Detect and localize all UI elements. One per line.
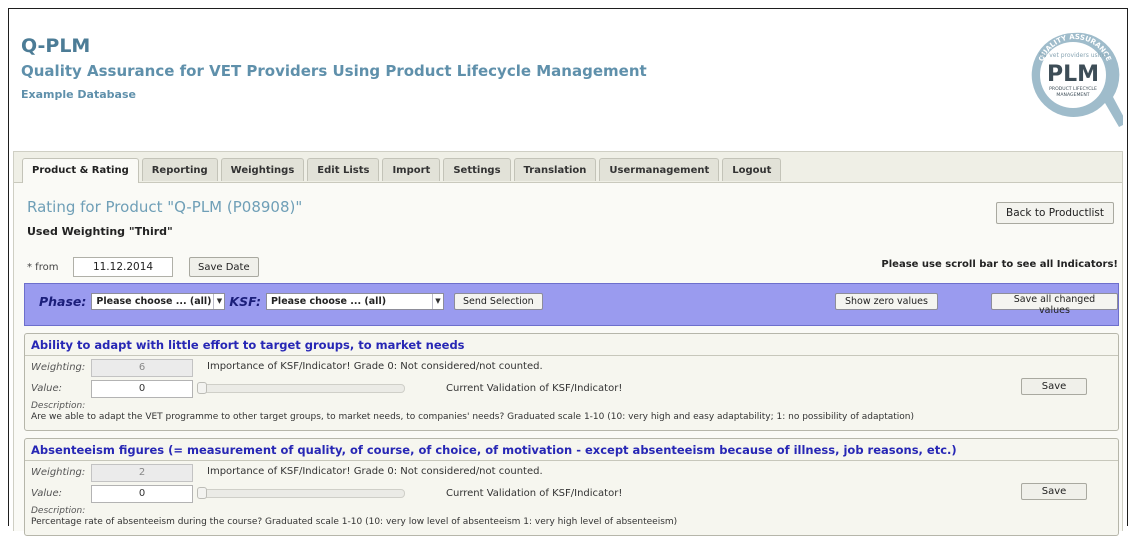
header: Q-PLM Quality Assurance for VET Provider… xyxy=(9,9,1127,149)
from-label: * from xyxy=(27,261,59,273)
logo-big-text: PLM xyxy=(1047,62,1099,87)
indicator-description: Are we able to adapt the VET programme t… xyxy=(31,412,915,422)
send-selection-button[interactable]: Send Selection xyxy=(453,293,543,310)
ksf-select[interactable]: Please choose ... (all) ▼ xyxy=(265,293,444,310)
importance-hint: Importance of KSF/Indicator! Grade 0: No… xyxy=(207,361,543,372)
tab-product-rating[interactable]: Product & Rating xyxy=(22,158,139,183)
tab-logout[interactable]: Logout xyxy=(722,158,782,181)
validation-hint: Current Validation of KSF/Indicator! xyxy=(446,488,623,499)
value-input[interactable]: 0 xyxy=(91,485,193,503)
weighting-field: 6 xyxy=(91,359,193,377)
chevron-down-icon: ▼ xyxy=(431,294,443,309)
indicator-panel: Absenteeism figures (= measurement of qu… xyxy=(24,438,1119,536)
tab-edit-lists[interactable]: Edit Lists xyxy=(307,158,380,181)
used-weighting: Used Weighting "Third" xyxy=(27,225,173,238)
logo-bottom-text-2: MANAGEMENT xyxy=(1056,92,1089,98)
weighting-field: 2 xyxy=(91,464,193,482)
save-all-button[interactable]: Save all changed values xyxy=(991,293,1118,316)
description-label: Description: xyxy=(31,401,86,411)
back-to-productlist-button[interactable]: Back to Productlist xyxy=(996,202,1114,224)
weighting-label: Weighting: xyxy=(31,467,86,478)
phase-select-value: Please choose ... (all) xyxy=(96,296,212,307)
value-label: Value: xyxy=(31,488,62,499)
filter-bar: Phase: Please choose ... (all) ▼ KSF: Pl… xyxy=(24,283,1119,326)
app-subtitle: Quality Assurance for VET Providers Usin… xyxy=(21,62,647,80)
logo-bottom-text-1: PRODUCT LIFECYCLE xyxy=(1049,86,1097,92)
value-input[interactable]: 0 xyxy=(91,380,193,398)
app-frame: Q-PLM Quality Assurance for VET Provider… xyxy=(8,8,1128,536)
value-label: Value: xyxy=(31,383,62,394)
value-slider[interactable] xyxy=(197,382,405,394)
weighting-label: Weighting: xyxy=(31,362,86,373)
save-date-button[interactable]: Save Date xyxy=(189,257,259,277)
tab-weightings[interactable]: Weightings xyxy=(220,158,305,181)
main-panel: Product & Rating Reporting Weightings Edit … xyxy=(13,151,1123,536)
show-zero-values-button[interactable]: Show zero values xyxy=(835,293,938,310)
description-label: Description: xyxy=(31,506,86,516)
qplm-logo: QUALITY ASSURANCE for vet providers usin… xyxy=(1031,32,1123,127)
date-input[interactable] xyxy=(73,257,173,277)
tab-settings[interactable]: Settings xyxy=(443,158,511,181)
phase-label: Phase: xyxy=(39,294,87,309)
importance-hint: Importance of KSF/Indicator! Grade 0: No… xyxy=(207,466,543,477)
scroll-hint: Please use scroll bar to see all Indicat… xyxy=(881,259,1118,270)
value-slider[interactable] xyxy=(197,487,405,499)
logo-small-text: for vet providers using xyxy=(1039,52,1107,59)
save-button[interactable]: Save xyxy=(1021,483,1087,500)
slider-handle[interactable] xyxy=(197,382,207,394)
tab-import[interactable]: Import xyxy=(382,158,441,181)
ksf-label: KSF: xyxy=(229,294,261,309)
divider xyxy=(25,460,1118,461)
divider xyxy=(25,355,1118,356)
chevron-down-icon: ▼ xyxy=(213,294,224,309)
database-name: Example Database xyxy=(21,88,136,101)
validation-hint: Current Validation of KSF/Indicator! xyxy=(446,383,623,394)
tab-reporting[interactable]: Reporting xyxy=(141,158,218,181)
page-title: Rating for Product "Q-PLM (P08908)" xyxy=(27,198,303,216)
tabs: Product & Rating Reporting Weightings Edit … xyxy=(22,158,782,183)
app-title: Q-PLM xyxy=(21,35,91,57)
phase-select[interactable]: Please choose ... (all) ▼ xyxy=(91,293,226,310)
tab-bar: Product & Rating Reporting Weightings Edit … xyxy=(14,152,1122,183)
date-row: * from Save Date xyxy=(27,256,259,278)
slider-handle[interactable] xyxy=(197,487,207,499)
indicator-title: Absenteeism figures (= measurement of qu… xyxy=(31,443,957,457)
indicator-panel: Ability to adapt with little effort to t… xyxy=(24,333,1119,431)
tab-translation[interactable]: Translation xyxy=(513,158,597,181)
save-button[interactable]: Save xyxy=(1021,378,1087,395)
indicator-title: Ability to adapt with little effort to t… xyxy=(31,338,465,352)
tab-usermanagement[interactable]: Usermanagement xyxy=(599,158,720,181)
ksf-select-value: Please choose ... (all) xyxy=(270,296,387,307)
